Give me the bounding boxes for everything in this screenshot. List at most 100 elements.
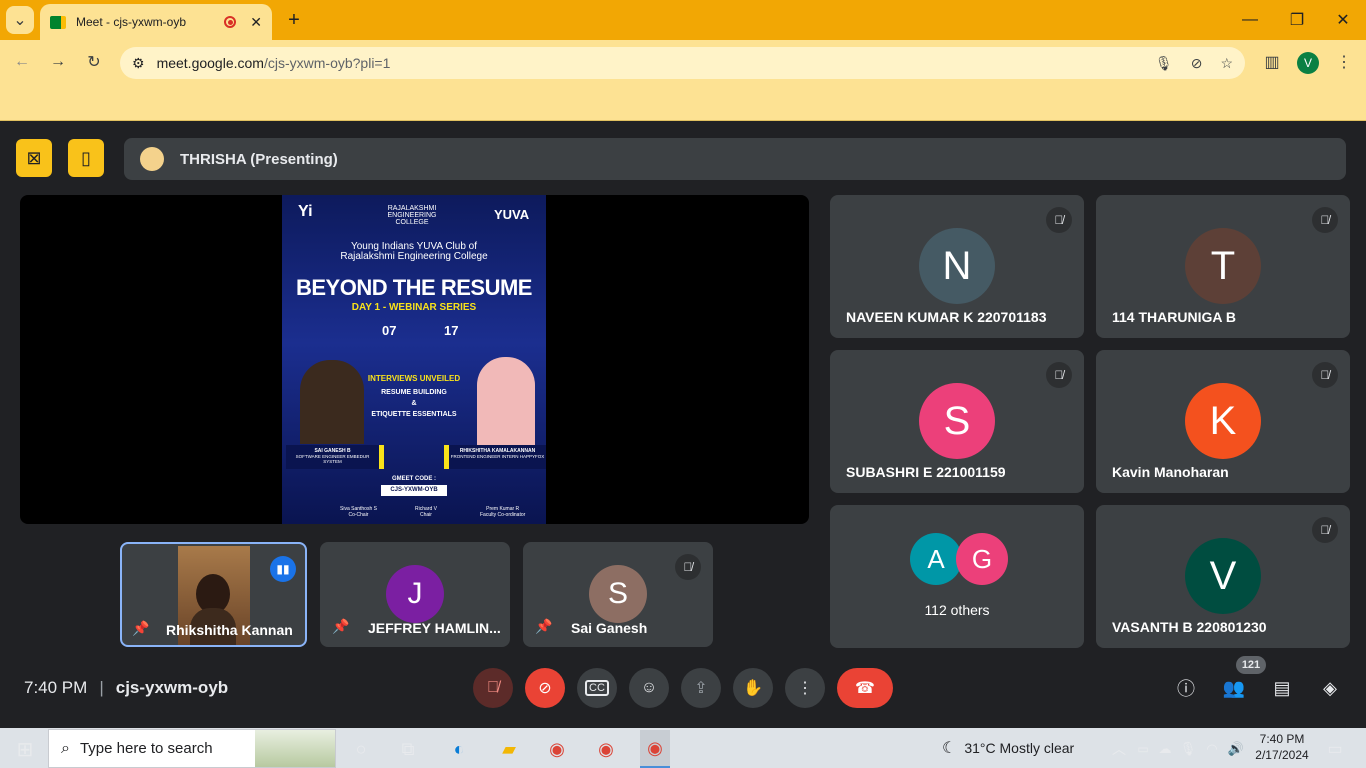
search-placeholder: Type here to search <box>79 740 213 757</box>
layout-button[interactable]: ▯ <box>68 139 104 177</box>
info-bar <box>0 86 1366 121</box>
pin-icon[interactable]: 📌 <box>332 618 349 635</box>
participant-tile[interactable]: 🎙̸ K Kavin Manoharan <box>1096 350 1350 493</box>
task-view-icon: ⧉ <box>401 738 415 759</box>
participant-name: SUBASHRI E 221001159 <box>846 464 1006 480</box>
participant-name: JEFFREY HAMLIN... <box>368 620 501 636</box>
circle-icon: ○ <box>355 738 367 759</box>
participant-name: Rhikshitha Kannan <box>166 622 293 638</box>
meeting-time: 7:40 PM <box>24 678 88 697</box>
edge-app[interactable]: ◐ <box>444 734 474 764</box>
filmstrip-tile-self[interactable]: ▮▮ 📌 Rhikshitha Kannan <box>120 542 307 647</box>
hand-icon: ✋ <box>743 680 763 697</box>
side-panel-button[interactable]: ▥ <box>1258 48 1286 76</box>
present-button[interactable]: ⇪ <box>681 668 721 708</box>
activities-button[interactable]: ◈ <box>1316 674 1344 702</box>
address-bar[interactable]: ⚙ meet.google.com /cjs-yxwm-oyb?pli=1 🎙 … <box>120 47 1245 79</box>
close-tab-icon[interactable]: ✕ <box>250 14 262 31</box>
footer2-role: Chair <box>420 512 432 518</box>
browser-menu-button[interactable]: ⋮ <box>1330 48 1358 76</box>
presenter-avatar <box>140 147 164 171</box>
taskbar-search[interactable]: ⌕ Type here to search <box>48 729 336 768</box>
avatar: N <box>919 228 995 304</box>
footer-faculty: Prem Kumar R Faculty Co-ordinator <box>480 506 525 518</box>
participant-count-badge: 121 <box>1236 656 1266 674</box>
stop-presenting-button[interactable]: ⊠ <box>16 139 52 177</box>
speaker2-role: FRONTEND ENGINEER INTERN HAPPYFOX <box>450 454 545 459</box>
footer3-role: Faculty Co-ordinator <box>480 512 526 518</box>
start-button[interactable]: ⊞ <box>10 734 40 764</box>
site-info-icon[interactable]: ⚙ <box>132 55 145 72</box>
file-explorer-app[interactable]: ▰ <box>494 734 524 764</box>
pin-icon[interactable]: 📌 <box>535 618 552 635</box>
camera-off-icon[interactable]: ⊘ <box>1191 55 1203 72</box>
new-tab-button[interactable]: + <box>280 6 308 34</box>
profile-avatar[interactable]: V <box>1297 52 1319 74</box>
people-button[interactable]: 👥 <box>1220 674 1248 702</box>
restore-button[interactable]: ❐ <box>1283 6 1311 34</box>
reactions-button[interactable]: ☺ <box>629 668 669 708</box>
participant-tile[interactable]: 🎙̸ V VASANTH B 220801230 <box>1096 505 1350 648</box>
meeting-code: cjs-yxwm-oyb <box>115 678 229 697</box>
clock-time: 7:40 PM <box>1259 732 1305 746</box>
tab-search-button[interactable]: ⌄ <box>6 6 34 34</box>
meeting-details-button[interactable]: ⓘ <box>1172 674 1200 702</box>
minimize-button[interactable]: — <box>1236 6 1264 34</box>
raise-hand-button[interactable]: ✋ <box>733 668 773 708</box>
topic-1: INTERVIEWS UNVEILED <box>367 374 461 383</box>
bookmark-star-icon[interactable]: ☆ <box>1220 55 1233 72</box>
clock[interactable]: 7:40 PM 2/17/2024 <box>1250 731 1314 763</box>
participant-tile[interactable]: 🎙̸ T 114 THARUNIGA B <box>1096 195 1350 338</box>
search-icon: ⌕ <box>61 739 70 757</box>
forward-button[interactable]: → <box>44 48 72 76</box>
poster-date: 17 <box>444 323 459 338</box>
people-icon: 👥 <box>1222 677 1246 698</box>
others-tile[interactable]: A G 112 others <box>830 505 1084 648</box>
filmstrip-tile[interactable]: 🎙̸ S 📌 Sai Ganesh <box>523 542 713 647</box>
cortana-button[interactable]: ○ <box>346 734 376 764</box>
microphone-toggle-button[interactable]: 🎙̸ <box>473 668 513 708</box>
camera-off-icon: ⊘ <box>538 680 552 697</box>
present-screen-icon: ⇪ <box>694 680 708 697</box>
volume-icon[interactable]: 🔊 <box>1221 734 1251 764</box>
speaker1-card: SAI GANESH B SOFTWARE ENGINEER EMBEDUR S… <box>286 445 384 469</box>
url-host: meet.google.com <box>156 55 264 71</box>
speaker1-role: SOFTWARE ENGINEER EMBEDUR SYSTEM <box>295 454 370 464</box>
close-window-button[interactable]: ✕ <box>1329 6 1357 34</box>
footer-co-chair: Siva Santhosh S Co-Chair <box>340 506 377 518</box>
chrome-app-2[interactable]: ◉ <box>591 734 621 764</box>
task-view-button[interactable]: ⧉ <box>393 734 423 764</box>
chrome-app-active[interactable]: ◉ <box>640 730 670 768</box>
poster-time: 07 <box>382 323 397 338</box>
avatar: S <box>919 383 995 459</box>
notification-icon: ▭ <box>1327 741 1343 758</box>
tab-meet[interactable]: Meet - cjs-yxwm-oyb ✕ <box>40 4 272 40</box>
info-icon: ⓘ <box>1177 679 1195 699</box>
back-button[interactable]: ← <box>8 48 36 76</box>
leave-call-button[interactable]: ☎ <box>837 668 893 708</box>
filmstrip-tile[interactable]: J 📌 JEFFREY HAMLIN... <box>320 542 510 647</box>
phone-hangup-icon: ☎ <box>855 680 875 697</box>
more-options-button[interactable]: ⋮ <box>785 668 825 708</box>
weather-widget[interactable]: ☾ 31°C Mostly clear <box>942 738 1074 758</box>
reload-button[interactable]: ↻ <box>80 48 108 76</box>
mic-off-icon: 🎙̸ <box>675 554 701 580</box>
participant-tile[interactable]: 🎙̸ N NAVEEN KUMAR K 220701183 <box>830 195 1084 338</box>
chrome-app-1[interactable]: ◉ <box>542 734 572 764</box>
chrome-icon: ◉ <box>598 738 614 759</box>
pin-icon[interactable]: 📌 <box>132 620 149 637</box>
camera-toggle-button[interactable]: ⊘ <box>525 668 565 708</box>
chrome-icon: ◉ <box>549 738 565 759</box>
clock-date: 2/17/2024 <box>1255 748 1309 762</box>
speaker2-card: RHIKSHITHA KAMALAKANNAN FRONTEND ENGINEE… <box>444 445 546 469</box>
participant-tile[interactable]: 🎙̸ S SUBASHRI E 221001159 <box>830 350 1084 493</box>
club-line-2: Rajalakshmi Engineering College <box>340 251 488 262</box>
chat-button[interactable]: ▤ <box>1268 674 1296 702</box>
poster-subtitle: DAY 1 - WEBINAR SERIES <box>351 302 477 313</box>
captions-button[interactable]: CC <box>577 668 617 708</box>
notifications-button[interactable]: ▭ <box>1320 734 1350 764</box>
presenter-bar: THRISHA (Presenting) <box>124 138 1346 180</box>
microphone-icon[interactable]: 🎙 <box>1155 55 1173 72</box>
chevron-up-icon: ︿ <box>1112 741 1126 757</box>
mic-off-icon: 🎙̸ <box>1046 362 1072 388</box>
